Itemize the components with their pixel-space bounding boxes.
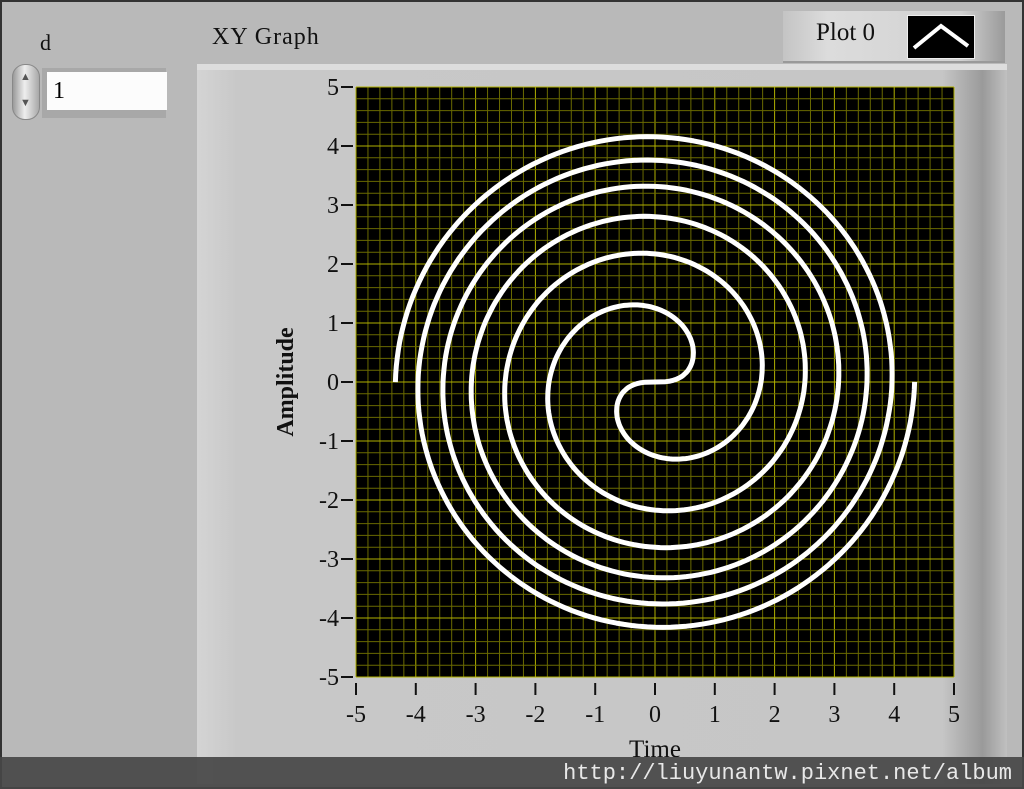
- x-tick-label: -1: [585, 702, 605, 728]
- y-tick-label: 2: [327, 252, 339, 278]
- x-tick-label: 0: [649, 702, 661, 728]
- y-tick-label: 4: [327, 134, 339, 160]
- x-tick-label: 2: [769, 702, 781, 728]
- y-tick-label: -2: [319, 488, 339, 514]
- watermark-text: http://liuyunantw.pixnet.net/album: [563, 761, 1012, 786]
- x-tick-label: 4: [888, 702, 900, 728]
- y-tick-label: -5: [319, 665, 339, 691]
- watermark-bar: http://liuyunantw.pixnet.net/album: [0, 757, 1024, 789]
- chart-svg: -5 -4 -3 -2 -1 0 1 2 3 4 5543210-1-2-3-4-5TimeAmpl…: [273, 75, 960, 763]
- y-tick-label: -1: [319, 429, 339, 455]
- y-tick-label: 0: [327, 370, 339, 396]
- y-tick-label: 5: [327, 75, 339, 101]
- x-tick-label: -5: [346, 702, 366, 728]
- y-axis-label: Amplitude: [273, 327, 299, 437]
- x-tick-label: -4: [406, 702, 426, 728]
- y-tick-label: -3: [319, 547, 339, 573]
- x-tick-label: -2: [525, 702, 545, 728]
- x-tick-label: 1: [709, 702, 721, 728]
- y-tick-label: 3: [327, 193, 339, 219]
- x-tick-label: 5: [948, 702, 960, 728]
- x-tick-label: 3: [828, 702, 840, 728]
- x-tick-label: -3: [466, 702, 486, 728]
- y-tick-label: -4: [319, 606, 339, 632]
- y-tick-label: 1: [327, 311, 339, 337]
